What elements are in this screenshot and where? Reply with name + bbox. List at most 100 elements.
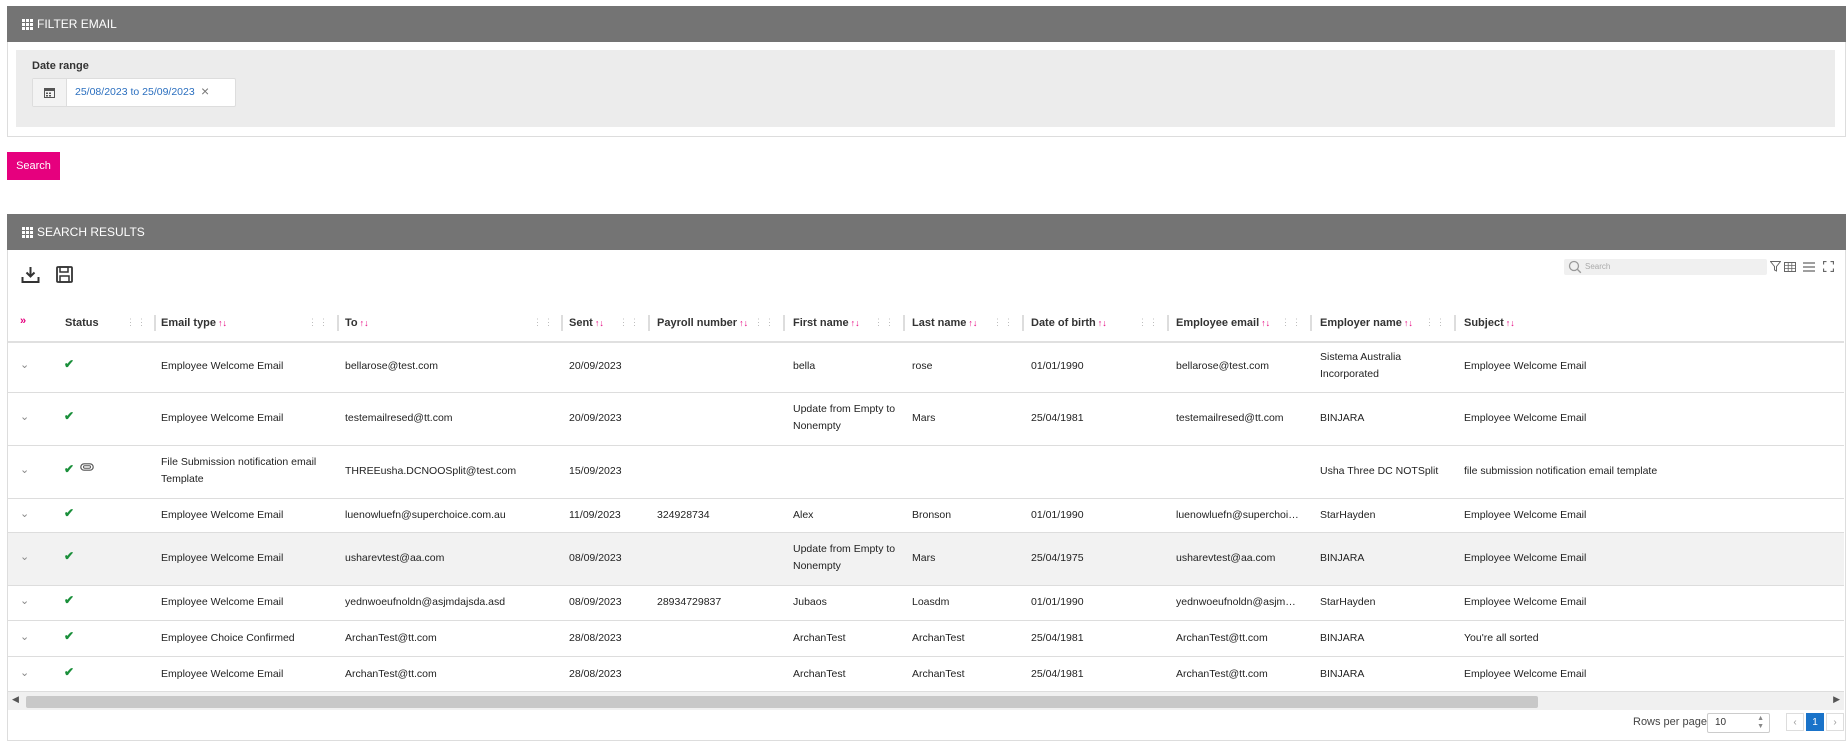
table-row[interactable]: ⌄ ✔ Employee Welcome Email usharevtest@a… (8, 533, 1844, 586)
column-resizer[interactable] (648, 315, 650, 331)
horizontal-scrollbar[interactable]: ◀ ▶ (8, 692, 1844, 710)
column-menu-icon[interactable]: ⋮⋮ (126, 317, 148, 328)
column-header-to[interactable]: To ↑↓ (345, 317, 369, 329)
column-resizer[interactable] (1310, 315, 1312, 331)
column-menu-icon[interactable]: ⋮⋮ (619, 317, 641, 328)
column-header-sent[interactable]: Sent ↑↓ (569, 317, 604, 329)
scroll-right-icon[interactable]: ▶ (1833, 694, 1840, 705)
cell-subject: file submission notification email templ… (1464, 465, 1658, 477)
chevron-down-icon[interactable]: ⌄ (20, 410, 29, 423)
column-resizer[interactable] (1022, 315, 1024, 331)
cell-first-name: Update from Empty to Nonempty (793, 543, 896, 572)
stepper-icon[interactable]: ▲ ▼ (1757, 715, 1764, 731)
filter-icon[interactable] (1769, 261, 1782, 275)
table-search-input[interactable]: Search (1564, 259, 1767, 275)
cell-employer: BINJARA (1320, 412, 1365, 424)
next-page-button[interactable]: › (1826, 713, 1844, 731)
cell-employee-email: testemailresed@tt.com (1176, 412, 1284, 424)
filter-panel-header: FILTER EMAIL (7, 6, 1846, 42)
cell-first-name: ArchanTest (793, 668, 846, 680)
download-icon[interactable] (21, 266, 40, 287)
chevron-down-icon[interactable]: ⌄ (20, 550, 29, 563)
search-button[interactable]: Search (7, 152, 60, 180)
cell-sent: 11/09/2023 (569, 509, 621, 521)
table-row[interactable]: ⌄ ✔ Employee Welcome Email bellarose@tes… (8, 341, 1844, 393)
column-resizer[interactable] (337, 315, 339, 331)
table-row[interactable]: ⌄ ✔ File Submission notification email T… (8, 446, 1844, 499)
page-button-current[interactable]: 1 (1806, 713, 1824, 731)
cell-sent: 28/08/2023 (569, 668, 622, 680)
cell-employer: BINJARA (1320, 632, 1365, 644)
column-resizer[interactable] (783, 315, 785, 331)
rows-per-page-select[interactable]: 10 ▲ ▼ (1707, 713, 1770, 733)
search-icon (1568, 260, 1582, 274)
cell-employee-email: luenowluefn@superchoi… (1176, 509, 1299, 521)
cell-last-name: ArchanTest (912, 668, 965, 680)
column-menu-icon[interactable]: ⋮⋮ (754, 317, 776, 328)
column-header-employee-email[interactable]: Employee email ↑↓ (1176, 317, 1270, 329)
date-range-input[interactable]: 25/08/2023 to 25/09/2023 × (32, 78, 236, 107)
check-icon: ✔ (64, 506, 75, 520)
column-menu-icon[interactable]: ⋮⋮ (1425, 317, 1447, 328)
chevron-down-icon[interactable]: ⌄ (20, 358, 29, 371)
cell-dob: 01/01/1990 (1031, 509, 1084, 521)
table-row[interactable]: ⌄ ✔ Employee Welcome Email testemailrese… (8, 393, 1844, 446)
column-header-last-name[interactable]: Last name ↑↓ (912, 317, 977, 329)
chevron-down-icon[interactable]: ⌄ (20, 507, 29, 520)
column-header-date-of-birth[interactable]: Date of birth ↑↓ (1031, 317, 1107, 329)
column-menu-icon[interactable]: ⋮⋮ (1138, 317, 1160, 328)
column-header-first-name[interactable]: First name ↑↓ (793, 317, 860, 329)
density-icon[interactable] (1803, 261, 1815, 275)
column-header-subject[interactable]: Subject ↑↓ (1464, 317, 1515, 329)
column-menu-icon[interactable]: ⋮⋮ (993, 317, 1015, 328)
column-menu-icon[interactable]: ⋮⋮ (1281, 317, 1303, 328)
rows-per-page-value: 10 (1715, 717, 1727, 728)
chevron-down-icon[interactable]: ⌄ (20, 666, 29, 679)
save-icon[interactable] (56, 266, 73, 286)
column-menu-icon[interactable]: ⋮⋮ (308, 317, 330, 328)
column-header-payroll-number[interactable]: Payroll number ↑↓ (657, 317, 748, 329)
filter-body: Date range 25/08/2023 to 25/09/2023 × (16, 50, 1835, 127)
table-row[interactable]: ⌄ ✔ Employee Welcome Email ArchanTest@tt… (8, 657, 1844, 692)
column-resizer[interactable] (1167, 315, 1169, 331)
cell-subject: Employee Welcome Email (1464, 412, 1587, 424)
columns-icon[interactable] (1784, 261, 1796, 275)
cell-email-type: Employee Welcome Email (161, 596, 284, 608)
chevron-down-icon[interactable]: ⌄ (20, 630, 29, 643)
cell-last-name: Loasdm (912, 596, 950, 608)
cell-employer: BINJARA (1320, 668, 1365, 680)
cell-employer: Sistema Australia Incorporated (1320, 351, 1402, 380)
table-row[interactable]: ⌄ ✔ Employee Welcome Email yednwoeufnold… (8, 586, 1844, 621)
column-menu-icon[interactable]: ⋮⋮ (533, 317, 555, 328)
cell-payroll: 324928734 (657, 509, 710, 521)
filter-panel: Date range 25/08/2023 to 25/09/2023 × (7, 42, 1846, 137)
column-resizer[interactable] (903, 315, 905, 331)
clear-date-icon[interactable]: × (201, 83, 209, 99)
cell-first-name: Jubaos (793, 596, 827, 608)
scrollbar-thumb[interactable] (26, 696, 1538, 708)
chevron-down-icon[interactable]: ⌄ (20, 463, 29, 476)
cell-employer: Usha Three DC NOTSplit (1320, 465, 1439, 477)
chevron-down-icon[interactable]: ⌄ (20, 594, 29, 607)
prev-page-button[interactable]: ‹ (1786, 713, 1804, 731)
filter-panel-title: FILTER EMAIL (37, 17, 117, 31)
column-header-employer-name[interactable]: Employer name ↑↓ (1320, 317, 1413, 329)
expand-all-icon[interactable]: » (20, 315, 26, 327)
cell-employee-email: ArchanTest@tt.com (1176, 668, 1268, 680)
cell-email-type: Employee Welcome Email (161, 509, 284, 521)
cell-dob: 25/04/1981 (1031, 632, 1084, 644)
column-header-email-type[interactable]: Email type ↑↓ (161, 317, 227, 329)
cell-dob: 25/04/1975 (1031, 552, 1084, 564)
column-resizer[interactable] (1454, 315, 1456, 331)
calendar-icon[interactable] (33, 79, 67, 106)
cell-subject: Employee Welcome Email (1464, 360, 1587, 372)
column-resizer[interactable] (154, 315, 156, 331)
cell-to: testemailresed@tt.com (345, 412, 453, 424)
column-menu-icon[interactable]: ⋮⋮ (874, 317, 896, 328)
scroll-left-icon[interactable]: ◀ (12, 694, 19, 705)
table-row[interactable]: ⌄ ✔ Employee Choice Confirmed ArchanTest… (8, 621, 1844, 657)
column-resizer[interactable] (561, 315, 563, 331)
column-header-status[interactable]: Status (65, 317, 99, 329)
table-row[interactable]: ⌄ ✔ Employee Welcome Email luenowluefn@s… (8, 499, 1844, 533)
fullscreen-icon[interactable] (1822, 260, 1835, 275)
